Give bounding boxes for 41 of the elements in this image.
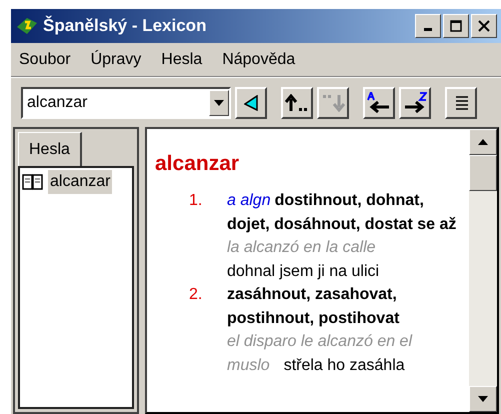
- example-sentence: el disparo le alcanzó en el muslo střela ho zasáhla: [227, 332, 414, 376]
- maximize-icon: [450, 20, 462, 32]
- book-icon: [22, 173, 44, 191]
- previous-button[interactable]: [363, 86, 395, 118]
- list-icon: [454, 94, 468, 112]
- sense-definition: a algn dostihnout, dohnat, dojet, dosáhnout, dostat se až: [227, 191, 458, 234]
- sense-number: 1.: [189, 191, 204, 211]
- tab[interactable]: Hesla: [18, 132, 82, 166]
- close-button[interactable]: [471, 14, 497, 38]
- menu-item[interactable]: Hesla: [161, 48, 202, 72]
- close-icon: [478, 20, 490, 32]
- down-arrow-icon: [478, 396, 488, 402]
- minimize-button[interactable]: [415, 14, 441, 38]
- menu-item[interactable]: Nápověda: [222, 48, 296, 72]
- menu-item[interactable]: Soubor: [19, 48, 71, 72]
- sense-definition: zasáhnout, zasahovat, postihnout, postihovat: [227, 285, 400, 328]
- scroll-thumb[interactable]: [469, 155, 497, 191]
- scrollbar[interactable]: [469, 129, 497, 412]
- dropdown-button[interactable]: [209, 90, 229, 116]
- menu-item[interactable]: Úpravy: [90, 48, 142, 72]
- left-arrow-icon: [367, 92, 391, 114]
- up-arrow-icon: [285, 94, 309, 112]
- back-button[interactable]: [281, 86, 313, 118]
- scroll-down-button[interactable]: [469, 386, 497, 412]
- right-arrow-icon: [403, 92, 427, 114]
- headword: alcanzar: [155, 151, 240, 177]
- book-icon: [15, 15, 39, 37]
- maximize-button[interactable]: [443, 14, 469, 38]
- entry-list-item[interactable]: alcanzar: [48, 170, 112, 194]
- minimize-icon: [424, 28, 432, 30]
- caret-icon: [214, 100, 224, 106]
- up-arrow-icon: [478, 139, 488, 145]
- view-button[interactable]: [445, 86, 477, 118]
- down-arrow-icon: [321, 94, 345, 112]
- sense-number: 2.: [189, 285, 204, 305]
- next-button[interactable]: [399, 86, 431, 118]
- scroll-up-button[interactable]: [469, 129, 497, 155]
- search-field[interactable]: alcanzar: [21, 86, 231, 118]
- window-title: Španělský - Lexicon: [43, 14, 206, 38]
- go-button[interactable]: [235, 86, 267, 118]
- triangle-icon: [244, 94, 258, 110]
